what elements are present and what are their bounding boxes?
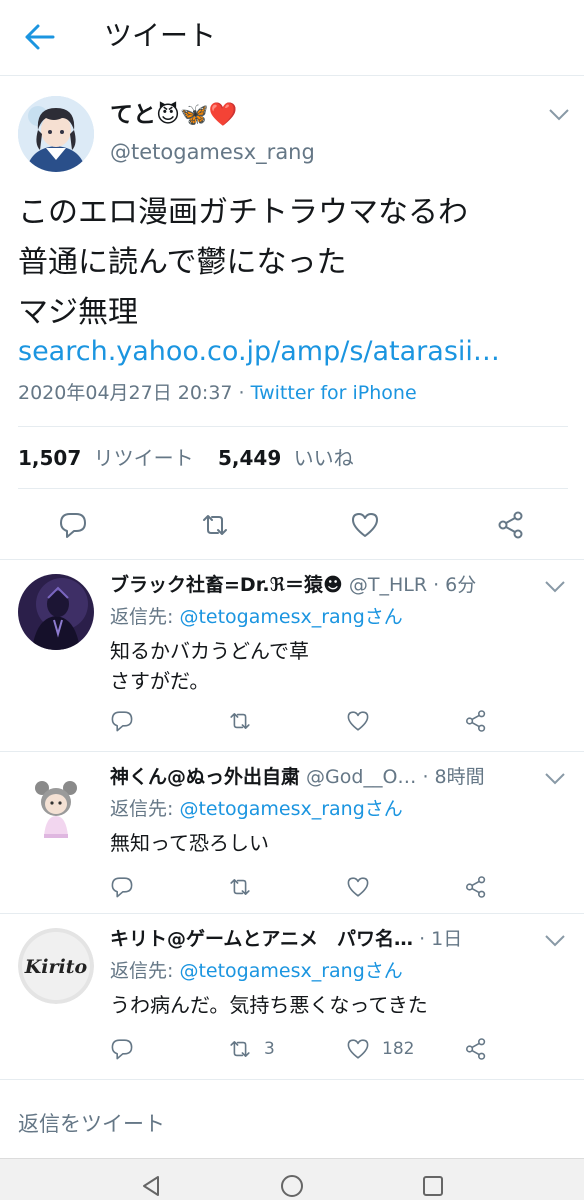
heart-icon [347, 1039, 369, 1059]
reply-icon [111, 711, 133, 732]
handle-time: @God__O… · 8時間 [300, 766, 485, 788]
retweet-button[interactable] [228, 708, 264, 734]
reply-text-line: うわ病んだ。気持ち悪くなってきた [110, 993, 428, 1017]
handle-time: @T_HLR · 6分 [342, 574, 477, 596]
reply-to-link[interactable]: @tetogamesx_rangさん [179, 606, 402, 628]
reply-to: 返信先: @tetogamesx_rangさん [110, 604, 403, 630]
retweet-icon [230, 1041, 250, 1057]
retweet-label[interactable]: リツイート [94, 446, 194, 470]
reply-button[interactable] [110, 874, 134, 900]
back-nav-icon[interactable] [136, 1171, 166, 1200]
share-icon[interactable] [496, 510, 526, 540]
divider [18, 488, 568, 489]
like-count[interactable]: 5,449 [218, 446, 281, 470]
reply-to-link[interactable]: @tetogamesx_rangさん [179, 960, 402, 982]
retweet-count[interactable]: 1,507 [18, 446, 81, 470]
like-button[interactable] [346, 708, 382, 734]
avatar-text: Kirito [24, 956, 88, 978]
share-button[interactable] [464, 708, 488, 734]
display-name[interactable]: ブラック社畜=Dr.ℜ＝猿☻ [110, 574, 343, 596]
reply-button[interactable] [110, 708, 134, 734]
reply-to: 返信先: @tetogamesx_rangさん [110, 958, 403, 984]
reply-icon[interactable] [58, 510, 88, 540]
tweet-text-line: このエロ漫画ガチトラウマなるわ [18, 195, 468, 230]
reply-tweet[interactable]: 神くん@ぬっ外出自粛 @God__O… · 8時間 返信先: @tetogame… [0, 752, 584, 914]
retweet-icon [230, 713, 250, 729]
tweet-meta: 2020年04月27日 20:37 · Twitter for iPhone [18, 380, 417, 406]
reply-header: ブラック社畜=Dr.ℜ＝猿☻ @T_HLR · 6分 [110, 572, 540, 598]
retweet-button[interactable]: 3 [228, 1036, 275, 1062]
avatar[interactable]: Kirito [18, 928, 94, 1004]
retweet-count: 3 [264, 1039, 275, 1059]
system-nav-bar [0, 1158, 584, 1200]
recents-nav-icon[interactable] [418, 1171, 448, 1200]
retweet-icon[interactable] [200, 510, 230, 540]
tweet-text-line: 普通に読んで鬱になった [18, 245, 347, 280]
retweet-button[interactable] [228, 874, 264, 900]
heart-icon[interactable] [350, 510, 380, 540]
reply-tweet[interactable]: Kirito キリト@ゲームとアニメ パワ名… · 1日 返信先: @tetog… [0, 914, 584, 1080]
avatar[interactable] [18, 96, 94, 172]
source-link[interactable]: Twitter for iPhone [251, 382, 417, 404]
share-icon [466, 710, 486, 732]
like-label[interactable]: いいね [294, 446, 354, 470]
heart-icon [347, 877, 369, 897]
reply-actions [0, 708, 584, 738]
handle-time: · 1日 [413, 928, 463, 950]
reply-text: うわ病んだ。気持ち悪くなってきた [110, 990, 428, 1020]
like-count: 182 [382, 1039, 415, 1059]
back-arrow-icon[interactable] [22, 22, 56, 52]
share-button[interactable] [464, 1036, 488, 1062]
reply-header: キリト@ゲームとアニメ パワ名… · 1日 [110, 926, 540, 952]
display-name[interactable]: てと😈🦋❤️ [110, 100, 237, 130]
tweet-actions [0, 506, 584, 542]
reply-actions: 3 182 [0, 1036, 584, 1066]
reply-icon [111, 1039, 133, 1060]
like-button[interactable] [346, 874, 382, 900]
reply-text-line: 無知って恐ろしい [110, 831, 269, 855]
timestamp: 2020年04月27日 20:37 [18, 382, 233, 404]
share-icon [466, 876, 486, 898]
chevron-down-icon[interactable] [544, 772, 566, 786]
chevron-down-icon[interactable] [548, 108, 570, 122]
reply-text: 知るかバカうどんで草 さすがだ。 [110, 636, 309, 696]
tweet-link[interactable]: search.yahoo.co.jp/amp/s/atarasii… [18, 334, 500, 370]
reply-compose-bar: 返信をツイート [0, 1080, 584, 1158]
retweet-icon [230, 879, 250, 895]
reply-to-link[interactable]: @tetogamesx_rangさん [179, 798, 402, 820]
tweet-stats: 1,507 リツイート 5,449 いいね [18, 444, 354, 472]
divider [18, 426, 568, 427]
tweet-text-line: マジ無理 [18, 295, 138, 330]
tweet-text: このエロ漫画ガチトラウマなるわ 普通に読んで鬱になった マジ無理 [18, 188, 574, 338]
main-tweet: てと😈🦋❤️ @tetogamesx_rang このエロ漫画ガチトラウマなるわ … [0, 76, 584, 560]
page-title: ツイート [104, 19, 217, 52]
display-name[interactable]: キリト@ゲームとアニメ パワ名… [110, 928, 413, 950]
share-icon [466, 1038, 486, 1060]
reply-text-line: 知るかバカうどんで草 [110, 639, 309, 663]
reply-button[interactable] [110, 1036, 134, 1062]
avatar[interactable] [18, 766, 94, 842]
reply-input[interactable]: 返信をツイート [18, 1110, 165, 1138]
display-name[interactable]: 神くん@ぬっ外出自粛 [110, 766, 300, 788]
share-button[interactable] [464, 874, 488, 900]
reply-text: 無知って恐ろしい [110, 828, 269, 858]
reply-actions [0, 874, 584, 904]
heart-icon [347, 711, 369, 731]
top-bar: ツイート [0, 0, 584, 76]
reply-icon [111, 877, 133, 898]
user-handle[interactable]: @tetogamesx_rang [110, 138, 315, 166]
chevron-down-icon[interactable] [544, 580, 566, 594]
chevron-down-icon[interactable] [544, 934, 566, 948]
reply-to-label: 返信先: [110, 960, 180, 982]
reply-to: 返信先: @tetogamesx_rangさん [110, 796, 403, 822]
reply-tweet[interactable]: ブラック社畜=Dr.ℜ＝猿☻ @T_HLR · 6分 返信先: @tetogam… [0, 560, 584, 752]
reply-header: 神くん@ぬっ外出自粛 @God__O… · 8時間 [110, 764, 540, 790]
avatar[interactable] [18, 574, 94, 650]
home-nav-icon[interactable] [277, 1171, 307, 1200]
reply-to-label: 返信先: [110, 606, 180, 628]
reply-text-line: さすがだ。 [110, 669, 210, 693]
like-button[interactable]: 182 [346, 1036, 414, 1062]
meta-separator: · [232, 382, 251, 404]
reply-to-label: 返信先: [110, 798, 180, 820]
